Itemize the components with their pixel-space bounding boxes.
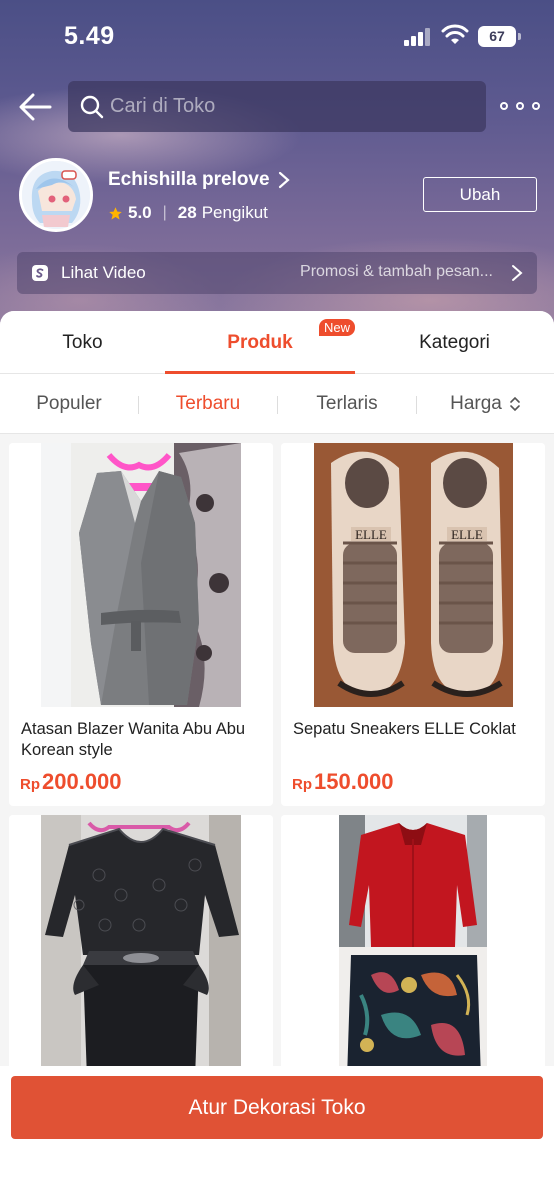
star-icon — [109, 206, 122, 219]
search-input[interactable] — [110, 95, 470, 118]
product-title: Atasan Blazer Wanita Abu Abu Korean styl… — [21, 720, 246, 759]
divider: | — [162, 204, 167, 221]
tab-toko[interactable]: Toko — [0, 311, 165, 374]
sort-bar: Populer Terbaru Terlaris Harga — [0, 374, 554, 434]
shop-avatar[interactable] — [19, 158, 93, 232]
more-dots-icon — [500, 102, 508, 110]
product-image-blazer — [9, 443, 273, 707]
sort-populer[interactable]: Populer — [0, 374, 138, 434]
sort-harga-label: Harga — [450, 393, 502, 414]
shoe-brand-right: ELLE — [451, 527, 483, 542]
sort-terlaris[interactable]: Terlaris — [278, 374, 416, 434]
anime-avatar-image — [22, 161, 90, 229]
price-value: 200.000 — [42, 769, 122, 794]
shopee-video-icon — [32, 265, 48, 281]
shoe-brand-left: ELLE — [355, 527, 387, 542]
shop-tabs: Toko Produk Kategori New — [0, 311, 554, 374]
shop-header-banner: 5.49 67 Cari di Toko Echishilla prelove … — [0, 0, 554, 330]
currency: Rp — [292, 776, 312, 793]
shop-name: Echishilla prelove — [108, 169, 270, 190]
product-image-lace-dress — [9, 815, 273, 1079]
product-title: Sepatu Sneakers ELLE Coklat — [293, 720, 516, 738]
cellular-signal-icon — [404, 28, 432, 46]
more-options-button[interactable] — [500, 96, 540, 116]
product-image-red-blouse — [281, 815, 545, 1079]
followers-count: 28 — [177, 203, 197, 222]
video-label: Lihat Video — [61, 263, 146, 282]
new-badge: New — [319, 319, 356, 336]
followers-label: Pengikut — [201, 203, 268, 222]
shop-decoration-button[interactable]: Atur Dekorasi Toko — [11, 1076, 543, 1139]
sort-harga[interactable]: Harga — [417, 374, 554, 434]
search-icon — [80, 95, 104, 118]
chevron-right-icon — [278, 171, 290, 189]
shop-rating: 5.0 — [128, 203, 152, 222]
status-bar: 5.49 67 — [0, 0, 554, 70]
product-card[interactable]: ELLE ELLE Sepatu Sneakers ELLE Coklat Rp… — [281, 443, 545, 806]
price-value: 150.000 — [314, 769, 394, 794]
sort-terbaru[interactable]: Terbaru — [139, 374, 277, 434]
back-button[interactable] — [16, 88, 54, 126]
shop-search-bar[interactable] — [68, 81, 486, 132]
status-time: 5.49 — [64, 22, 115, 50]
currency: Rp — [20, 776, 40, 793]
chevron-right-icon — [512, 265, 523, 281]
video-promo-bar[interactable]: Lihat Video Promosi & tambah pesan... — [17, 252, 537, 294]
product-price: Rp200.000 — [20, 769, 122, 795]
product-image-sneakers: ELLE ELLE — [281, 443, 545, 707]
shop-name-link[interactable]: Echishilla prelove — [108, 169, 290, 191]
sort-toggle-icon — [510, 396, 520, 412]
product-card[interactable]: Atasan Blazer Wanita Abu Abu Korean styl… — [9, 443, 273, 806]
tab-kategori[interactable]: Kategori — [355, 311, 554, 374]
battery-icon: 67 — [478, 26, 521, 47]
shop-stats: 5.0 | 28 Pengikut — [108, 203, 268, 223]
promo-hint: Promosi & tambah pesan... — [300, 263, 493, 280]
edit-shop-button[interactable]: Ubah — [423, 177, 537, 212]
arrow-left-icon — [19, 93, 52, 121]
product-price: Rp150.000 — [292, 769, 394, 795]
wifi-icon — [441, 24, 469, 44]
